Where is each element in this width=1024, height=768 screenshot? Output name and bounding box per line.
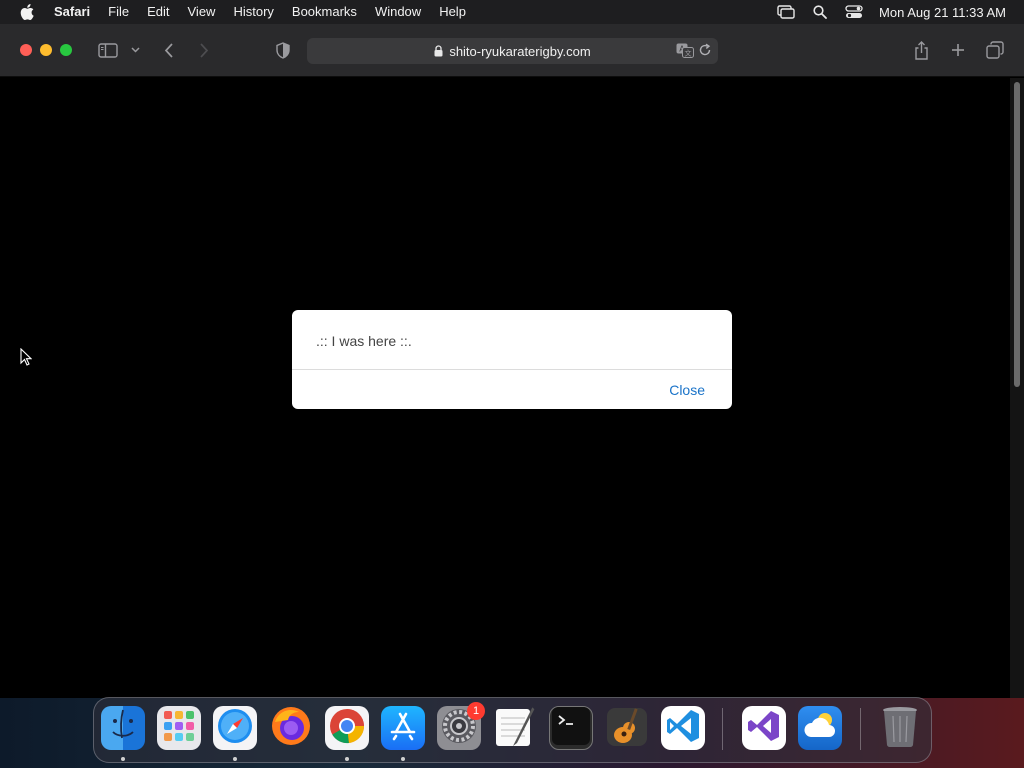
- dock-app-weather[interactable]: [798, 706, 842, 750]
- safari-compass-icon: [215, 706, 255, 750]
- alert-dialog: .:: I was here ::. Close: [292, 310, 732, 409]
- url-text[interactable]: shito-ryukaraterigby.com: [449, 44, 590, 59]
- dock-running-indicator: [121, 757, 125, 761]
- chevron-down-icon[interactable]: [129, 39, 141, 61]
- dock-app-firefox[interactable]: [269, 706, 313, 750]
- menu-edit[interactable]: Edit: [138, 0, 178, 24]
- dock-app-app-store[interactable]: [381, 706, 425, 750]
- browser-toolbar: shito-ryukaraterigby.com A文: [0, 24, 1024, 77]
- dialog-message: .:: I was here ::.: [316, 333, 412, 349]
- dock-app-visual-studio[interactable]: [742, 706, 786, 750]
- menu-history[interactable]: History: [224, 0, 282, 24]
- privacy-shield-icon[interactable]: [274, 39, 292, 61]
- dock-running-indicator: [345, 757, 349, 761]
- visual-studio-icon: [747, 709, 781, 748]
- dock-app-terminal[interactable]: [549, 706, 593, 750]
- menu-help[interactable]: Help: [430, 0, 475, 24]
- lock-icon: [434, 45, 443, 57]
- sidebar-icon[interactable]: [97, 39, 119, 61]
- close-window-button[interactable]: [20, 44, 32, 56]
- apple-menu-icon[interactable]: [19, 4, 35, 20]
- forward-icon[interactable]: [196, 39, 212, 61]
- chrome-icon: [327, 706, 367, 750]
- menu-safari[interactable]: Safari: [45, 0, 99, 24]
- scrollbar-thumb[interactable]: [1014, 82, 1020, 387]
- tab-overview-icon[interactable]: [985, 39, 1005, 61]
- dock-app-launchpad[interactable]: [157, 706, 201, 750]
- control-center-icon[interactable]: [844, 4, 864, 20]
- translate-icon[interactable]: A文: [676, 43, 694, 58]
- dialog-divider: [292, 369, 732, 370]
- spotlight-search-icon[interactable]: [810, 4, 830, 20]
- weather-cloud-sun-icon: [801, 707, 839, 750]
- zoom-window-button[interactable]: [60, 44, 72, 56]
- menu-bar: Safari File Edit View History Bookmarks …: [0, 0, 1024, 24]
- launchpad-icon: [162, 709, 196, 748]
- notification-badge: 1: [467, 702, 485, 720]
- menu-file[interactable]: File: [99, 0, 138, 24]
- new-tab-icon[interactable]: [949, 39, 967, 61]
- app-store-icon: [387, 710, 419, 747]
- dock-separator: [860, 708, 861, 750]
- screen-mirroring-icon[interactable]: [776, 4, 796, 20]
- menu-clock[interactable]: Mon Aug 21 11:33 AM: [879, 5, 1006, 20]
- firefox-icon: [269, 706, 313, 750]
- svg-text:文: 文: [685, 49, 692, 58]
- minimize-window-button[interactable]: [40, 44, 52, 56]
- dock-separator: [722, 708, 723, 750]
- vscode-icon: [665, 708, 701, 749]
- dock-app-vscode[interactable]: [661, 706, 705, 750]
- finder-icon: [103, 706, 143, 750]
- dock-app-garageband[interactable]: [605, 706, 649, 750]
- reload-icon[interactable]: [698, 43, 712, 57]
- menu-window[interactable]: Window: [366, 0, 430, 24]
- dock-app-textedit[interactable]: [493, 706, 537, 750]
- address-bar[interactable]: shito-ryukaraterigby.com A文: [307, 38, 718, 64]
- dock-app-trash[interactable]: [878, 706, 922, 750]
- dock-app-safari[interactable]: [213, 706, 257, 750]
- terminal-icon: [551, 707, 591, 749]
- textedit-icon: [493, 706, 537, 750]
- guitar-icon: [605, 706, 649, 750]
- trash-icon: [880, 706, 920, 750]
- back-icon[interactable]: [160, 39, 176, 61]
- dock-app-finder[interactable]: [101, 706, 145, 750]
- menu-view[interactable]: View: [179, 0, 225, 24]
- menu-bookmarks[interactable]: Bookmarks: [283, 0, 366, 24]
- dock-running-indicator: [233, 757, 237, 761]
- dock-running-indicator: [401, 757, 405, 761]
- mouse-cursor-icon: [20, 347, 33, 371]
- dock-app-chrome[interactable]: [325, 706, 369, 750]
- status-area: Mon Aug 21 11:33 AM: [769, 0, 1024, 24]
- close-button[interactable]: Close: [669, 382, 705, 398]
- share-icon[interactable]: [912, 39, 930, 61]
